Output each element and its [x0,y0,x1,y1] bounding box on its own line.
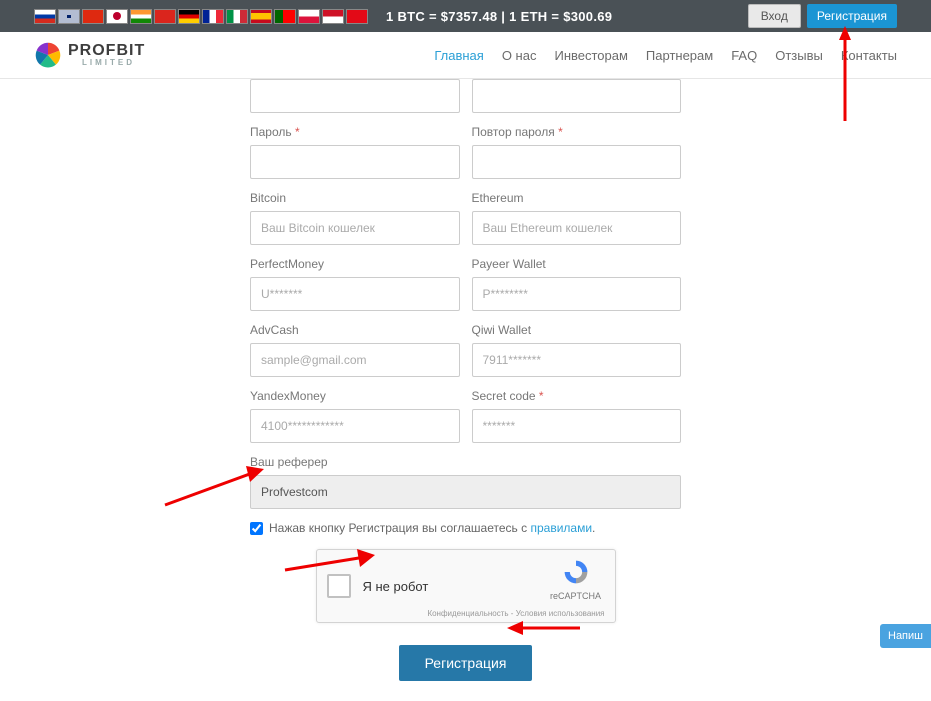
perfectmoney-label: PerfectMoney [250,257,460,271]
agree-row: Нажав кнопку Регистрация вы соглашаетесь… [250,521,681,535]
nav-about[interactable]: О нас [502,48,537,63]
flag-id[interactable] [322,9,344,24]
recaptcha-logo: reCAPTCHA [547,558,605,601]
flag-vn[interactable] [154,9,176,24]
qiwi-label: Qiwi Wallet [472,323,682,337]
flag-gb[interactable] [58,9,80,24]
chat-button[interactable]: Напиш [880,624,931,648]
password-input[interactable] [250,145,460,179]
recaptcha-terms: Конфиденциальность - Условия использован… [427,609,604,618]
password-repeat-label: Повтор пароля * [472,125,682,139]
perfectmoney-input[interactable] [250,277,460,311]
bitcoin-label: Bitcoin [250,191,460,205]
yandexmoney-label: YandexMoney [250,389,460,403]
nav-faq[interactable]: FAQ [731,48,757,63]
recaptcha-icon [562,558,590,586]
recaptcha-widget[interactable]: Я не робот reCAPTCHA Конфиденциальность … [316,549,616,623]
flag-pl[interactable] [298,9,320,24]
advcash-input[interactable] [250,343,460,377]
ethereum-input[interactable] [472,211,682,245]
crypto-rates: 1 BTC = $7357.48 | 1 ETH = $300.69 [386,9,612,24]
topbar: 1 BTC = $7357.48 | 1 ETH = $300.69 Вход … [0,0,931,32]
secret-code-input[interactable] [472,409,682,443]
submit-button[interactable]: Регистрация [399,645,533,681]
logo-main: PROFBIT [68,43,145,59]
navbar: PROFBIT LIMITED Главная О нас Инвесторам… [0,32,931,79]
flag-pt[interactable] [274,9,296,24]
nav-reviews[interactable]: Отзывы [775,48,823,63]
nav-partners[interactable]: Партнерам [646,48,713,63]
flag-in[interactable] [130,9,152,24]
referrer-display: Profvestcom [250,475,681,509]
payeer-label: Payeer Wallet [472,257,682,271]
ethereum-label: Ethereum [472,191,682,205]
flag-tr[interactable] [346,9,368,24]
password-repeat-input[interactable] [472,145,682,179]
flag-cn[interactable] [82,9,104,24]
nav-home[interactable]: Главная [434,48,483,63]
qiwi-input[interactable] [472,343,682,377]
registration-form: Пароль * Повтор пароля * Bitcoin Ethereu… [0,79,931,701]
flag-jp[interactable] [106,9,128,24]
nav-contacts[interactable]: Контакты [841,48,897,63]
nav-investors[interactable]: Инвесторам [554,48,627,63]
rules-link[interactable]: правилами [530,521,592,535]
yandexmoney-input[interactable] [250,409,460,443]
flag-it[interactable] [226,9,248,24]
logo-sub: LIMITED [82,59,145,67]
flag-es[interactable] [250,9,272,24]
recaptcha-checkbox[interactable] [327,574,351,598]
nav-links: Главная О нас Инвесторам Партнерам FAQ О… [434,48,897,63]
language-flags [34,9,368,24]
login-button[interactable]: Вход [748,4,801,28]
flag-ru[interactable] [34,9,56,24]
referrer-label: Ваш реферер [250,455,681,469]
password-label: Пароль * [250,125,460,139]
agree-text: Нажав кнопку Регистрация вы соглашаетесь… [269,521,595,535]
secret-code-label: Secret code * [472,389,682,403]
recaptcha-label: Я не робот [363,579,429,594]
logo-icon [34,41,62,69]
register-top-button[interactable]: Регистрация [807,4,897,28]
logo[interactable]: PROFBIT LIMITED [34,41,145,69]
auth-buttons: Вход Регистрация [748,4,897,28]
advcash-label: AdvCash [250,323,460,337]
flag-fr[interactable] [202,9,224,24]
bitcoin-input[interactable] [250,211,460,245]
payeer-input[interactable] [472,277,682,311]
unnamed-input-right[interactable] [472,79,682,113]
unnamed-input-left[interactable] [250,79,460,113]
flag-de[interactable] [178,9,200,24]
agree-checkbox[interactable] [250,522,263,535]
